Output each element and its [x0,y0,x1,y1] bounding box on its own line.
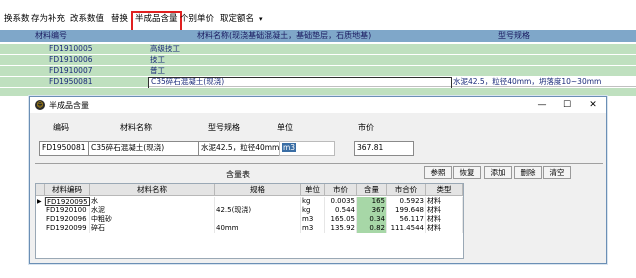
label-unit: 单位 [277,123,293,132]
cell-code[interactable]: FD1920095 [45,197,90,206]
spec-field[interactable]: 水泥42.5，粒径40mm， [198,141,284,156]
cell-type[interactable]: 材料 [426,224,463,233]
table-row-selected[interactable]: FD1950081 C35碎石混凝土(现浇) 水泥42.5，粒径40mm，坍落度… [0,77,636,89]
close-icon[interactable]: ✕ [583,98,603,112]
cell-spec[interactable]: 42.5(现浇) [215,206,301,215]
cell-spec: 水泥42.5，粒径40mm，坍落度10~30mm [453,77,602,86]
delete-button[interactable]: 删除 [514,166,542,179]
table-row[interactable]: FD1910007 普工 [0,66,636,76]
cell-name: 技工 [150,55,165,64]
cell-code[interactable]: FD1920100 [45,206,90,215]
table-row[interactable]: FD1910005 高级技工 [0,44,636,54]
cell-type[interactable]: 材料 [426,215,463,224]
toolbar-button-replace[interactable]: 替换 [111,13,128,26]
cell-spec[interactable] [215,197,301,206]
cell-total[interactable]: 0.5923 [387,197,426,206]
cell-price[interactable]: 135.92 [325,224,357,233]
cell-code: FD1910005 [49,44,93,53]
row-marker-header [36,184,45,196]
maximize-icon[interactable]: ☐ [557,98,577,112]
cell-name[interactable]: 水泥 [90,206,215,215]
minimize-icon[interactable]: — [532,98,552,112]
label-code: 编码 [53,123,69,132]
column-header-unit[interactable]: 单位 [301,184,325,196]
cell-price[interactable]: 0.0035 [325,197,357,206]
cell-code: FD1910006 [49,55,93,64]
add-button[interactable]: 添加 [484,166,512,179]
row-marker-icon: ▶ [36,197,45,206]
reference-button[interactable]: 参照 [424,166,452,179]
cell-code[interactable]: FD1920096 [45,215,90,224]
label-name: 材料名称 [120,123,152,132]
unit-value: m3 [282,143,297,152]
column-header-code: 材料编号 [35,31,67,40]
cell-total[interactable]: 111.4544 [387,224,426,233]
cell-unit[interactable]: kg [301,197,325,206]
cell-name[interactable]: 水 [90,197,215,206]
cell-spec[interactable] [215,215,301,224]
toolbar-button-quota-name[interactable]: 取定额名 [220,13,254,26]
divider [35,163,603,164]
cell-code: FD1950081 [49,77,93,86]
cell-total[interactable]: 56.117 [387,215,426,224]
cell-price[interactable]: 165.05 [325,215,357,224]
cell-code: FD1910007 [49,66,93,75]
restore-button[interactable]: 恢复 [453,166,481,179]
dialog-title: 半成品含量 [49,101,89,110]
toolbar: 换系数 存为补充 改系数值 替换 半成品含量 个别单价 取定额名 ▾ [0,0,636,32]
cell-code[interactable]: FD1920099 [45,224,90,233]
name-field[interactable]: C35碎石混凝土(现浇) [88,141,204,156]
background-grid-header: 材料编号 材料名称(现浇基础混凝土，基础垫层，石质地基) 型号规格 [0,30,636,42]
cell-name: 高级技工 [150,44,180,53]
cell-qty[interactable]: 367 [357,206,387,215]
table-row[interactable]: FD1910006 技工 [0,55,636,65]
label-spec: 型号规格 [208,123,240,132]
unit-field[interactable]: m3 [279,141,335,156]
toolbar-button-semi-product-content[interactable]: 半成品含量 [131,11,182,32]
column-header-qty[interactable]: 含量 [357,184,387,196]
column-header-total[interactable]: 市合价 [387,184,426,196]
semi-product-content-dialog: ☺ 半成品含量 — ☐ ✕ 编码 材料名称 型号规格 单位 市价 FD19500… [29,96,607,264]
toolbar-button-save-supplement[interactable]: 存为补充 [31,13,65,26]
cell-qty[interactable]: 165 [357,197,387,206]
column-header-name: 材料名称(现浇基础混凝土，基础垫层，石质地基) [197,31,372,40]
cell-price[interactable]: 0.544 [325,206,357,215]
cell-unit[interactable]: m3 [301,215,325,224]
label-price: 市价 [358,123,374,132]
content-table: 材料编码 材料名称 规格 单位 市价 含量 市合价 类型 ▶ FD1920095… [35,183,464,259]
cell-qty[interactable]: 0.34 [357,215,387,224]
chevron-down-icon[interactable]: ▾ [259,13,263,26]
content-table-label: 含量表 [226,170,250,179]
cell-spec[interactable]: 40mm [215,224,301,233]
toolbar-button-individual-price[interactable]: 个别单价 [180,13,214,26]
column-header-code[interactable]: 材料编码 [45,184,90,196]
dialog-titlebar[interactable]: ☺ 半成品含量 — ☐ ✕ [30,97,606,113]
toolbar-button-change-coefficient[interactable]: 换系数 [4,13,30,26]
toolbar-button-edit-coefficient[interactable]: 改系数值 [70,13,104,26]
column-header-spec: 型号规格 [498,31,530,40]
code-field[interactable]: FD1950081 [39,141,93,156]
cell-unit[interactable]: m3 [301,224,325,233]
cell-type[interactable]: 材料 [426,206,463,215]
column-header-name[interactable]: 材料名称 [90,184,215,196]
column-header-price[interactable]: 市价 [325,184,357,196]
cell-name: 普工 [150,66,165,75]
cell-type[interactable]: 材料 [426,197,463,206]
price-field[interactable]: 367.81 [354,141,414,156]
clear-button[interactable]: 清空 [543,166,571,179]
column-header-type[interactable]: 类型 [426,184,463,196]
background-grid-filler [0,88,636,96]
column-header-spec[interactable]: 规格 [215,184,301,196]
app-icon: ☺ [35,100,45,110]
cell-name[interactable]: 碎石 [90,224,215,233]
cell-qty[interactable]: 0.82 [357,224,387,233]
cell-total[interactable]: 199.648 [387,206,426,215]
cell-name[interactable]: 中粗砂 [90,215,215,224]
cell-unit[interactable]: kg [301,206,325,215]
